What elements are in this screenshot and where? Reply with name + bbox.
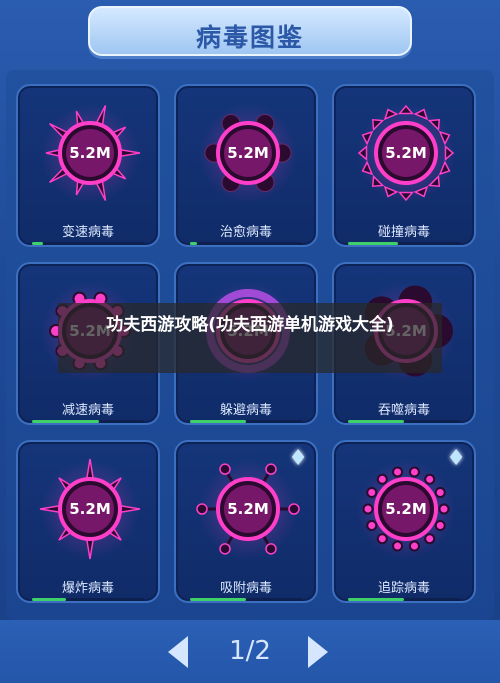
progress-bar <box>32 598 144 601</box>
progress-bar <box>190 598 302 601</box>
progress-fill <box>190 598 246 601</box>
progress-fill <box>190 242 197 245</box>
bead <box>434 487 446 499</box>
spike <box>398 191 414 202</box>
bead <box>424 473 436 485</box>
bead <box>376 473 388 485</box>
page-title: 病毒图鉴 <box>195 23 304 52</box>
virus-card[interactable]: 5.2M ♦ 吸附病毒 <box>174 440 318 603</box>
bead <box>408 466 420 478</box>
virus-name: 碰撞病毒 <box>377 225 430 240</box>
right-arrow-icon[interactable] <box>308 636 328 668</box>
bead <box>438 503 450 515</box>
diamond-icon: ♦ <box>288 446 308 471</box>
virus-size-label: 5.2M <box>69 144 111 162</box>
pin-head <box>219 463 231 475</box>
virus-card[interactable]: 5.2M 爆炸病毒 <box>16 440 160 603</box>
virus-icon: 5.2M <box>45 105 141 201</box>
progress-fill <box>348 420 404 423</box>
virus-card[interactable]: 5.2M 治愈病毒 <box>174 84 318 247</box>
pin-head <box>196 503 208 515</box>
virus-size-label: 5.2M <box>385 144 427 162</box>
bead <box>366 487 378 499</box>
page-indicator: 1/2 <box>229 636 271 666</box>
virus-size-label: 5.2M <box>69 500 111 518</box>
progress-fill <box>32 242 44 245</box>
spike <box>371 118 385 132</box>
left-arrow-icon[interactable] <box>168 636 188 668</box>
progress-fill <box>32 598 66 601</box>
virus-card[interactable]: 5.2M 碰撞病毒 <box>332 84 476 247</box>
spike <box>438 160 451 176</box>
pin-head <box>219 543 231 555</box>
bead <box>366 519 378 531</box>
title-banner: 病毒图鉴 <box>88 6 412 56</box>
virus-name: 治愈病毒 <box>219 225 272 240</box>
progress-bar <box>32 242 144 245</box>
virus-name: 变速病毒 <box>61 225 114 240</box>
spike <box>383 185 399 198</box>
progress-bar <box>348 242 460 245</box>
virus-card[interactable]: 5.2M ♦ 追踪病毒 <box>332 440 476 603</box>
spike <box>413 108 429 121</box>
progress-bar <box>32 420 144 423</box>
progress-fill <box>190 420 246 423</box>
spike <box>371 174 385 188</box>
virus-card[interactable]: 5.2M 变速病毒 <box>16 84 160 247</box>
spike <box>427 118 441 132</box>
progress-bar <box>190 242 302 245</box>
spike <box>444 145 455 161</box>
pin-head <box>288 503 300 515</box>
virus-icon: 5.2M <box>362 466 450 552</box>
virus-icon: 5.2M <box>357 104 455 202</box>
pager-bar: 1/2 <box>0 620 500 683</box>
virus-icon: 5.2M <box>39 458 141 560</box>
virus-size-label: 5.2M <box>227 500 269 518</box>
virus-name: 吸附病毒 <box>219 581 272 596</box>
page-background: 病毒图鉴 5.2M 变速病毒 5.2M 治愈病毒 5.2M 碰撞病毒 5.2M … <box>0 0 500 683</box>
progress-fill <box>348 242 399 245</box>
progress-bar <box>190 420 302 423</box>
spike <box>427 174 441 188</box>
virus-icon: 5.2M <box>204 114 292 192</box>
virus-name: 吞噬病毒 <box>377 403 430 418</box>
progress-bar <box>348 598 460 601</box>
spike <box>413 185 429 198</box>
virus-name: 追踪病毒 <box>377 581 430 596</box>
spike <box>383 108 399 121</box>
title-overlay: 功夫西游攻略(功夫西游单机游戏大全) <box>58 303 442 373</box>
progress-bar <box>348 420 460 423</box>
virus-icon: 5.2M <box>196 463 300 555</box>
bead <box>392 540 404 552</box>
bead <box>424 533 436 545</box>
virus-size-label: 5.2M <box>385 500 427 518</box>
spike <box>438 130 451 146</box>
bead <box>434 519 446 531</box>
progress-fill <box>348 598 404 601</box>
spike <box>398 104 414 115</box>
overlay-text: 功夫西游攻略(功夫西游单机游戏大全) <box>106 315 394 335</box>
bead <box>362 503 374 515</box>
virus-name: 爆炸病毒 <box>61 581 114 596</box>
progress-fill <box>32 420 100 423</box>
bead <box>392 466 404 478</box>
spike <box>361 130 374 146</box>
diamond-icon: ♦ <box>446 446 466 471</box>
spike <box>357 145 368 161</box>
bead <box>376 533 388 545</box>
virus-name: 躲避病毒 <box>219 403 272 418</box>
pin-head <box>265 543 277 555</box>
pin-head <box>265 463 277 475</box>
virus-name: 减速病毒 <box>61 403 114 418</box>
virus-size-label: 5.2M <box>227 144 269 162</box>
spike <box>361 160 374 176</box>
bead <box>408 540 420 552</box>
